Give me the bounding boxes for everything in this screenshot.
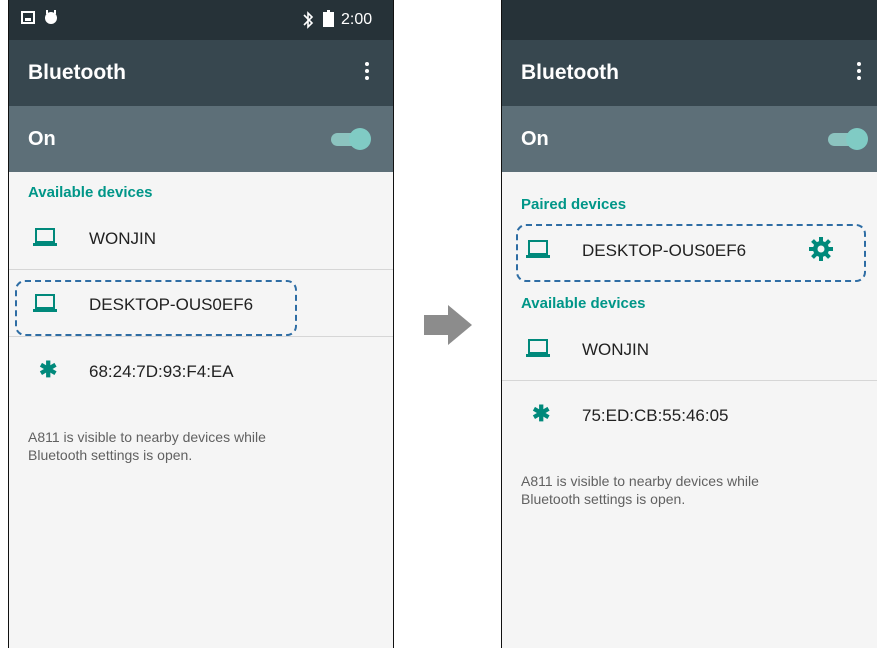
arrow-right-icon xyxy=(424,305,472,345)
device-row-mac[interactable]: ✱ 68:24:7D:93:F4:EA xyxy=(9,341,393,401)
status-bar xyxy=(502,0,877,40)
bluetooth-toggle-row[interactable]: On xyxy=(502,106,877,172)
page-title: Bluetooth xyxy=(28,61,126,84)
bluetooth-icon: ✱ xyxy=(39,357,58,382)
left-screen: 2:00 Bluetooth On Available devices WONJ… xyxy=(8,0,394,648)
device-name: 68:24:7D:93:F4:EA xyxy=(89,362,234,381)
available-devices-header: Available devices xyxy=(521,295,646,312)
hint-line-1: A811 is visible to nearby devices while xyxy=(28,429,266,445)
laptop-icon xyxy=(33,228,57,246)
app-bar: Bluetooth xyxy=(9,40,393,106)
hint-line-2: Bluetooth settings is open. xyxy=(521,491,686,507)
hint-line-1: A811 is visible to nearby devices while xyxy=(521,473,759,489)
status-icons xyxy=(303,10,334,29)
visibility-hint: A811 is visible to nearby devices while … xyxy=(28,428,348,464)
device-row-mac[interactable]: ✱ 75:ED:CB:55:46:05 xyxy=(502,385,877,445)
right-screen: Bluetooth On Paired devices DESKTOP-OUS0… xyxy=(501,0,877,648)
more-options-icon[interactable] xyxy=(856,62,862,84)
divider xyxy=(9,336,393,337)
highlight-box xyxy=(516,224,866,282)
hint-line-2: Bluetooth settings is open. xyxy=(28,447,193,463)
divider xyxy=(502,380,877,381)
laptop-icon xyxy=(526,339,550,357)
device-name: WONJIN xyxy=(582,340,650,359)
device-row-wonjin[interactable]: WONJIN xyxy=(502,319,877,379)
page-title: Bluetooth xyxy=(521,61,619,84)
highlight-box xyxy=(15,280,297,336)
app-bar: Bluetooth xyxy=(502,40,877,106)
visibility-hint: A811 is visible to nearby devices while … xyxy=(521,472,841,508)
notification-icons xyxy=(21,10,57,24)
toggle-label: On xyxy=(521,128,549,150)
bluetooth-switch[interactable] xyxy=(329,128,371,150)
more-options-icon[interactable] xyxy=(364,62,370,84)
device-name: 75:ED:CB:55:46:05 xyxy=(582,406,729,425)
status-time: 2:00 xyxy=(341,11,373,28)
divider xyxy=(9,269,393,270)
bluetooth-toggle-row[interactable]: On xyxy=(9,106,393,172)
toggle-label: On xyxy=(28,128,56,150)
bluetooth-switch[interactable] xyxy=(826,128,868,150)
paired-devices-header: Paired devices xyxy=(521,196,627,213)
bluetooth-icon: ✱ xyxy=(532,401,551,426)
device-row-wonjin[interactable]: WONJIN xyxy=(9,208,393,268)
status-bar: 2:00 xyxy=(9,0,393,40)
device-name: WONJIN xyxy=(89,229,157,248)
available-devices-header: Available devices xyxy=(28,184,153,201)
